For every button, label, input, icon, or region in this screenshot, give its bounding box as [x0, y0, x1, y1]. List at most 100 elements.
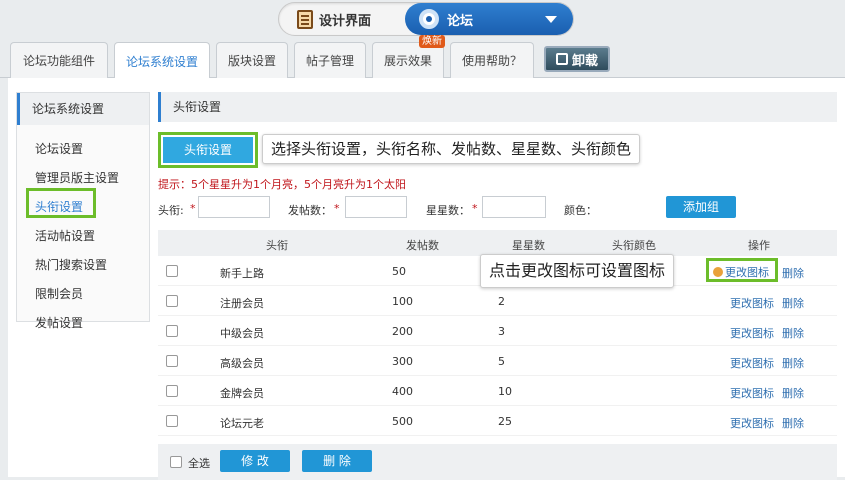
uninstall-label: 卸载: [571, 53, 598, 69]
change-icon-link[interactable]: 更改图标: [713, 264, 769, 280]
change-icon-label: 更改图标: [725, 266, 769, 279]
add-title-form: 头衔: * 发帖数： * 星星数： * 颜色： 添加组: [158, 196, 837, 222]
tab-label: 展示效果: [383, 54, 432, 68]
content-area: 头衔设置 头衔设置 选择头衔设置，头衔名称、发帖数、星星数、头衔颜色 提示：5个…: [158, 92, 837, 480]
forum-mode-label: 论坛: [447, 13, 474, 29]
required-mark: *: [334, 202, 340, 215]
required-mark: *: [190, 202, 196, 215]
table-header: 头衔 发帖数 星星数 头衔颜色 操作: [158, 230, 837, 256]
uninstall-button[interactable]: 卸载: [544, 46, 610, 72]
main-panel: 论坛系统设置 论坛设置 管理员版主设置 头衔设置 活动帖设置 热门搜索设置 限制…: [8, 78, 845, 480]
sidebar-item-post-settings[interactable]: 发帖设置: [17, 309, 149, 338]
chevron-down-icon[interactable]: [545, 16, 557, 23]
cell-title: 中级会员: [220, 327, 264, 340]
row-checkbox[interactable]: [166, 295, 178, 307]
row-checkbox[interactable]: [166, 385, 178, 397]
cell-stars: 10: [498, 385, 512, 398]
tab-help[interactable]: 使用帮助？: [450, 42, 534, 78]
add-group-button[interactable]: 添加组: [666, 196, 736, 218]
title-label: 头衔:: [158, 204, 184, 217]
row-checkbox[interactable]: [166, 265, 178, 277]
posts-label: 发帖数：: [288, 204, 332, 217]
title-settings-subtab[interactable]: 头衔设置: [158, 132, 258, 168]
cell-title: 注册会员: [220, 297, 264, 310]
table-row: 高级会员 300 5 更改图标 删除: [158, 346, 837, 376]
design-mode-label: 设计界面: [319, 13, 372, 29]
column-header: 头衔: [266, 239, 288, 252]
change-icon-link[interactable]: 更改图标: [730, 355, 774, 371]
column-header: 头衔颜色: [612, 239, 656, 252]
column-header: 操作: [748, 239, 770, 252]
tab-label: 版块设置: [227, 54, 276, 68]
delete-link[interactable]: 删除: [782, 385, 804, 401]
top-switch-bar: 设计界面 论坛: [0, 0, 845, 40]
sidebar-item-hot-search[interactable]: 热门搜索设置: [17, 251, 149, 280]
tab-post-management[interactable]: 帖子管理: [294, 42, 366, 78]
forum-mode-button[interactable]: 论坛: [405, 3, 573, 35]
change-icon-link[interactable]: 更改图标: [730, 295, 774, 311]
delete-link[interactable]: 删除: [782, 355, 804, 371]
cell-posts: 400: [392, 385, 413, 398]
cell-posts: 500: [392, 415, 413, 428]
sidebar-item-restrict-members[interactable]: 限制会员: [17, 280, 149, 309]
delete-link[interactable]: 删除: [782, 265, 804, 281]
cell-posts: 50: [392, 265, 406, 278]
title-settings-subtab-label: 头衔设置: [163, 137, 253, 163]
gear-icon: [419, 9, 439, 29]
callout-top: 选择头衔设置，头衔名称、发帖数、星星数、头衔颜色: [262, 134, 641, 164]
tab-bar: 论坛功能组件 论坛系统设置 版块设置 帖子管理 展示效果 焕新 使用帮助？ 卸载: [0, 35, 845, 79]
row-checkbox[interactable]: [166, 355, 178, 367]
delete-button[interactable]: 删 除: [302, 450, 372, 472]
cell-title: 论坛元老: [220, 417, 264, 430]
change-icon-link[interactable]: 更改图标: [730, 385, 774, 401]
uninstall-icon: [555, 53, 568, 65]
sidebar-item-forum-settings[interactable]: 论坛设置: [17, 135, 149, 164]
cell-title: 新手上路: [220, 267, 264, 280]
delete-link[interactable]: 删除: [782, 295, 804, 311]
select-all-checkbox[interactable]: [170, 456, 182, 468]
select-all-label: 全选: [188, 457, 210, 470]
color-label: 颜色：: [564, 204, 597, 217]
tab-label: 使用帮助？: [461, 54, 522, 68]
cell-stars: 3: [498, 325, 505, 338]
cell-posts: 200: [392, 325, 413, 338]
sidebar-item-activity-settings[interactable]: 活动帖设置: [17, 222, 149, 251]
tab-label: 论坛功能组件: [22, 54, 95, 68]
delete-link[interactable]: 删除: [782, 325, 804, 341]
tab-forum-components[interactable]: 论坛功能组件: [10, 42, 108, 78]
stars-input[interactable]: [482, 196, 546, 218]
callout-change-icon: 点击更改图标可设置图标: [480, 254, 675, 288]
cell-title: 金牌会员: [220, 387, 264, 400]
change-icon-link[interactable]: 更改图标: [730, 415, 774, 431]
column-header: 发帖数: [406, 239, 439, 252]
stars-label: 星星数：: [426, 204, 470, 217]
cell-stars: 5: [498, 355, 505, 368]
tab-label: 论坛系统设置: [125, 54, 198, 69]
modify-button[interactable]: 修 改: [220, 450, 290, 472]
user-badge-icon: [713, 267, 723, 277]
hint-text: 提示：5个星星升为1个月亮，5个月亮升为1个太阳: [158, 178, 406, 191]
tab-forum-system-settings[interactable]: 论坛系统设置: [114, 42, 210, 79]
delete-link[interactable]: 删除: [782, 415, 804, 431]
row-checkbox[interactable]: [166, 415, 178, 427]
posts-input[interactable]: [345, 196, 407, 218]
cell-stars: 2: [498, 295, 505, 308]
design-doc-icon: [297, 9, 313, 29]
column-header: 星星数: [512, 239, 545, 252]
table-row: 注册会员 100 2 更改图标 删除: [158, 286, 837, 316]
cell-posts: 300: [392, 355, 413, 368]
design-mode-button[interactable]: 设计界面: [283, 6, 403, 32]
mode-switch: 设计界面 论坛: [278, 2, 574, 36]
row-checkbox[interactable]: [166, 325, 178, 337]
tab-board-settings[interactable]: 版块设置: [216, 42, 288, 78]
sidebar-highlight-box: [26, 188, 96, 218]
tab-display-effect[interactable]: 展示效果 焕新: [372, 35, 445, 78]
new-badge: 焕新: [419, 35, 445, 48]
cell-posts: 100: [392, 295, 413, 308]
change-icon-link[interactable]: 更改图标: [730, 325, 774, 341]
table-row: 中级会员 200 3 更改图标 删除: [158, 316, 837, 346]
sidebar-title: 论坛系统设置: [17, 93, 149, 125]
required-mark: *: [472, 202, 478, 215]
section-title: 头衔设置: [158, 92, 837, 122]
title-input[interactable]: [198, 196, 270, 218]
